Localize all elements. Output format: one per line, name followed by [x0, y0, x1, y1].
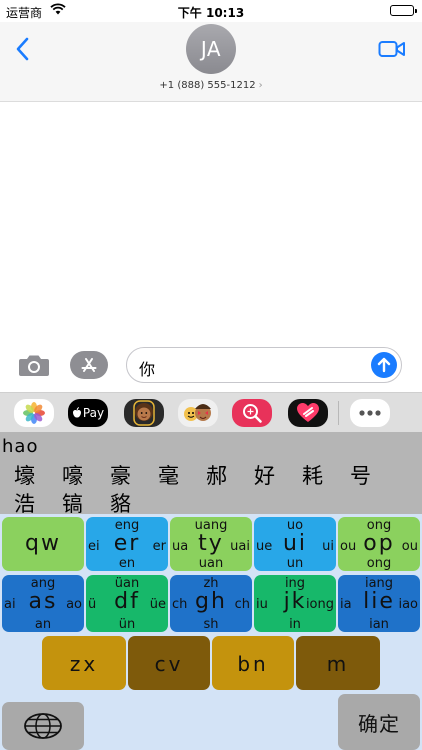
contact-avatar[interactable]: JA: [186, 24, 236, 74]
memoji-stickers-icon[interactable]: [178, 399, 218, 427]
key-right-label: ao: [66, 597, 82, 612]
candidate-bar: hao 壕 嚎 豪 毫 郝 好 耗 号 浩 镐 貉: [0, 432, 422, 516]
candidate-item[interactable]: 耗: [302, 460, 350, 490]
message-input[interactable]: 你: [126, 347, 402, 383]
key-lower-label: en: [118, 556, 136, 571]
message-text: 你: [139, 360, 156, 379]
key-as[interactable]: ang ai as ao an: [2, 575, 84, 632]
key-main-label: cv: [154, 652, 184, 676]
candidate-item[interactable]: 号: [350, 460, 398, 490]
key-ui[interactable]: uo ue ui ui un: [254, 517, 336, 571]
key-cv[interactable]: cv: [128, 636, 210, 690]
conversation-header: JA +1 (888) 555-1212 ›: [0, 22, 422, 102]
key-lower-label: un: [286, 556, 304, 571]
status-time: 下午 10:13: [177, 6, 245, 20]
key-main-label: m: [326, 652, 350, 676]
key-df[interactable]: üan ü df üe ün: [86, 575, 168, 632]
globe-icon: [24, 713, 62, 739]
contact-number: +1 (888) 555-1212: [159, 80, 256, 91]
key-right-label: ch: [234, 597, 250, 612]
key-bn[interactable]: bn: [212, 636, 294, 690]
key-lower-label: in: [289, 617, 301, 632]
key-lie[interactable]: iang ia lie iao ian: [338, 575, 420, 632]
key-main-label: qw: [25, 531, 61, 556]
confirm-label: 确定: [358, 711, 400, 736]
key-gh[interactable]: zh ch gh ch sh: [170, 575, 252, 632]
key-lower-label: ong: [366, 556, 392, 571]
drawer-divider: [338, 401, 339, 425]
key-m[interactable]: m: [296, 636, 380, 690]
key-main-label: zx: [69, 652, 99, 676]
messages-screen: 运营商 下午 10:13 JA +1 (888) 555-1212 › 你 Pa…: [0, 0, 422, 750]
candidate-item[interactable]: 毫: [158, 460, 206, 490]
candidate-item[interactable]: 壕: [14, 460, 62, 490]
key-lower-label: ian: [369, 617, 389, 632]
candidate-item[interactable]: 嚎: [62, 460, 110, 490]
key-op[interactable]: ong ou op ou ong: [338, 517, 420, 571]
key-right-label: iong: [305, 597, 334, 612]
compose-bar: 你: [0, 343, 422, 387]
candidate-item[interactable]: 好: [254, 460, 302, 490]
chevron-right-icon: ›: [258, 80, 263, 91]
candidate-item[interactable]: 郝: [206, 460, 254, 490]
key-lower-label: an: [34, 617, 52, 632]
key-zx[interactable]: zx: [42, 636, 126, 690]
back-chevron-icon[interactable]: [12, 36, 36, 64]
candidate-item[interactable]: 豪: [110, 460, 158, 490]
contact-name[interactable]: +1 (888) 555-1212 ›: [0, 80, 422, 91]
key-lower-label: sh: [203, 617, 219, 632]
status-bar: 运营商 下午 10:13: [0, 0, 422, 22]
video-call-icon[interactable]: [378, 39, 406, 59]
key-right-label: er: [152, 539, 166, 554]
digital-touch-icon[interactable]: [288, 399, 328, 427]
key-jk[interactable]: ing iu jk iong in: [254, 575, 336, 632]
key-main-label: bn: [237, 652, 269, 676]
camera-icon[interactable]: [18, 352, 50, 378]
key-lower-label: uan: [198, 556, 224, 571]
avatar-initials: JA: [200, 37, 222, 61]
pinyin-composition: hao: [2, 436, 39, 457]
key-er[interactable]: eng ei er er en: [86, 517, 168, 571]
pinyin-keyboard: qw eng ei er er en uang ua ty uai uan uo…: [0, 514, 422, 750]
key-right-label: uai: [230, 539, 250, 554]
apple-pay-icon[interactable]: Pay: [68, 399, 108, 427]
key-right-label: iao: [398, 597, 418, 612]
key-right-label: ou: [401, 539, 418, 554]
memoji-app-icon[interactable]: [124, 399, 164, 427]
key-right-label: ui: [322, 539, 334, 554]
app-drawer: Pay: [0, 392, 422, 432]
globe-key[interactable]: [2, 702, 84, 750]
key-right-label: üe: [149, 597, 166, 612]
send-button[interactable]: [371, 352, 397, 378]
battery-icon: [390, 5, 417, 16]
photos-app-icon[interactable]: [14, 399, 54, 427]
candidate-row-1: 壕 嚎 豪 毫 郝 好 耗 号: [14, 460, 398, 490]
app-store-icon[interactable]: [70, 351, 108, 379]
key-ty[interactable]: uang ua ty uai uan: [170, 517, 252, 571]
image-search-icon[interactable]: [232, 399, 272, 427]
confirm-key[interactable]: 确定: [338, 694, 420, 750]
more-apps-icon[interactable]: [350, 399, 390, 427]
apple-pay-label: Pay: [82, 406, 105, 420]
key-qw[interactable]: qw: [2, 517, 84, 571]
key-lower-label: ün: [118, 617, 136, 632]
